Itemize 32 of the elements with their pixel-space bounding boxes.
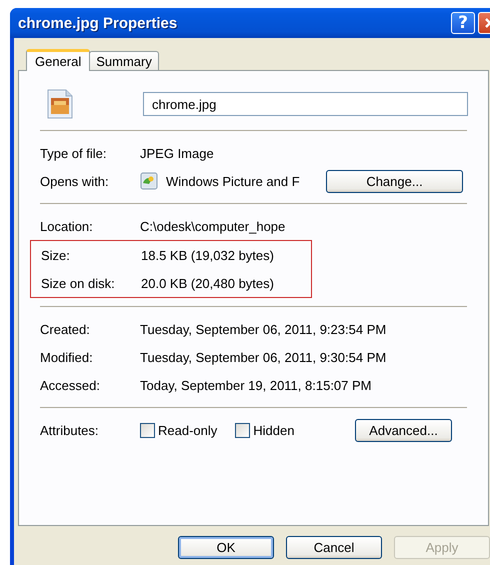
field-value: 20.0 KB (20,480 bytes): [141, 276, 274, 290]
checkbox[interactable]: [140, 422, 155, 438]
picture-viewer-icon: [140, 172, 158, 190]
field-label: Size:: [41, 248, 71, 262]
ok-button[interactable]: OK: [178, 536, 274, 559]
field-value: C:\odesk\computer_hope: [140, 218, 286, 234]
field-label: Opens with:: [40, 174, 110, 188]
field-value: Tuesday, September 06, 2011, 9:30:54 PM: [140, 350, 386, 364]
window-title: chrome.jpg Properties: [18, 14, 178, 32]
field-label: Location:: [40, 218, 94, 234]
field-value: Tuesday, September 06, 2011, 9:23:54 PM: [140, 322, 386, 336]
cancel-button[interactable]: Cancel: [286, 536, 382, 559]
advanced-button[interactable]: Advanced...: [355, 418, 452, 442]
field-label: Type of file:: [40, 146, 108, 160]
field-value: Today, September 19, 2011, 8:15:07 PM: [140, 378, 372, 392]
field-label: Attributes:: [40, 422, 100, 438]
field-label: Size on disk:: [41, 276, 116, 290]
tab[interactable]: General: [26, 49, 90, 71]
field-value: 18.5 KB (19,032 bytes): [141, 248, 274, 262]
field-value: Windows Picture and F: [166, 174, 300, 188]
image-file-icon: [46, 89, 74, 119]
field-label: Modified:: [40, 350, 94, 364]
checkbox-label[interactable]: Read-only: [158, 422, 218, 438]
field-label: Created:: [40, 322, 91, 336]
help-button[interactable]: ?: [451, 12, 475, 34]
checkbox-label[interactable]: Hidden: [253, 422, 294, 438]
field-label: Accessed:: [40, 378, 101, 392]
checkbox[interactable]: [235, 422, 250, 438]
tab[interactable]: Summary: [89, 51, 159, 70]
file-name-field[interactable]: chrome.jpg: [143, 92, 468, 116]
field-value: JPEG Image: [140, 146, 214, 160]
change-button[interactable]: Change...: [326, 170, 463, 192]
